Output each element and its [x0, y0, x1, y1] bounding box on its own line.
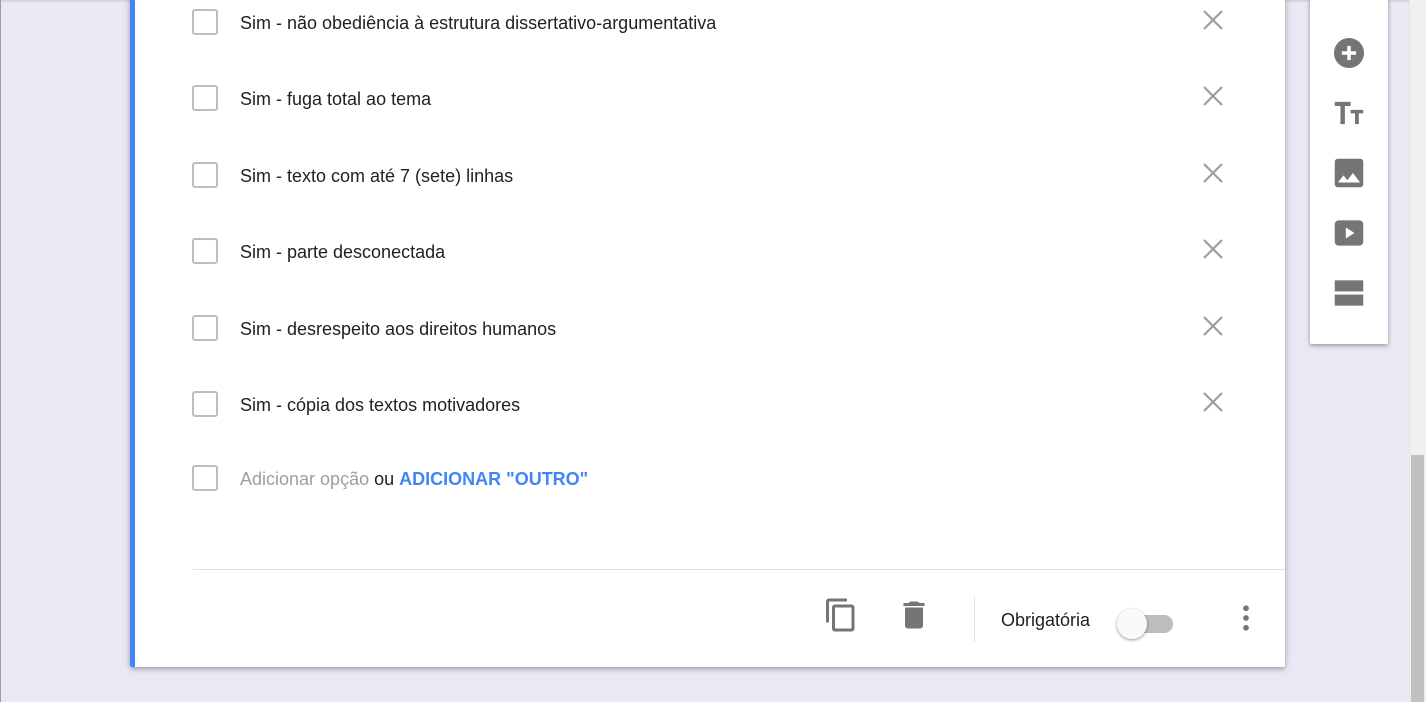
trash-icon	[903, 601, 925, 629]
add-option-line: Adicionar opção ou ADICIONAR "OUTRO"	[240, 469, 588, 490]
option-checkbox[interactable]	[192, 315, 218, 341]
required-toggle[interactable]	[1117, 608, 1175, 639]
add-option-input[interactable]: Adicionar opção	[240, 469, 369, 489]
close-icon	[1203, 10, 1223, 30]
option-checkbox[interactable]	[192, 85, 218, 111]
remove-option-button[interactable]	[1198, 81, 1228, 111]
add-option-row: Adicionar opção ou ADICIONAR "OUTRO"	[192, 461, 1232, 501]
option-label[interactable]: Sim - parte desconectada	[240, 242, 445, 263]
option-label[interactable]: Sim - fuga total ao tema	[240, 89, 431, 110]
footer-divider	[193, 569, 1285, 570]
copy-icon	[826, 598, 855, 632]
option-label[interactable]: Sim - não obediência à estrutura dissert…	[240, 13, 716, 34]
footer-vertical-divider	[974, 596, 975, 642]
or-text: ou	[374, 469, 395, 489]
remove-option-button[interactable]	[1198, 5, 1228, 35]
add-image-button[interactable]	[1330, 154, 1368, 192]
option-checkbox	[192, 465, 218, 491]
option-label[interactable]: Sim - desrespeito aos direitos humanos	[240, 319, 556, 340]
add-video-button[interactable]	[1330, 214, 1368, 252]
option-row-5: Sim - desrespeito aos direitos humanos	[192, 311, 1232, 351]
option-checkbox[interactable]	[192, 9, 218, 35]
close-icon	[1203, 86, 1223, 106]
active-card-accent	[130, 0, 135, 667]
close-icon	[1203, 392, 1223, 412]
option-row-6: Sim - cópia dos textos motivadores	[192, 387, 1232, 427]
video-icon	[1334, 220, 1364, 246]
title-text-icon	[1334, 101, 1364, 125]
image-icon	[1334, 158, 1364, 188]
add-section-button[interactable]	[1330, 274, 1368, 312]
option-label[interactable]: Sim - cópia dos textos motivadores	[240, 395, 520, 416]
add-circle-icon	[1333, 37, 1365, 69]
more-vert-icon	[1243, 605, 1249, 631]
delete-button[interactable]	[896, 597, 932, 633]
side-toolbar	[1310, 0, 1388, 344]
remove-option-button[interactable]	[1198, 234, 1228, 264]
option-row-3: Sim - texto com até 7 (sete) linhas	[192, 158, 1232, 198]
add-title-button[interactable]	[1330, 94, 1368, 132]
close-icon	[1203, 316, 1223, 336]
question-card: Sim - não obediência à estrutura dissert…	[130, 0, 1285, 667]
window-left-border	[0, 0, 1, 702]
scrollbar-thumb[interactable]	[1411, 455, 1424, 702]
option-checkbox[interactable]	[192, 391, 218, 417]
close-icon	[1203, 239, 1223, 259]
remove-option-button[interactable]	[1198, 387, 1228, 417]
toggle-knob	[1117, 609, 1147, 639]
option-row-2: Sim - fuga total ao tema	[192, 81, 1232, 121]
option-row-4: Sim - parte desconectada	[192, 234, 1232, 274]
option-label[interactable]: Sim - texto com até 7 (sete) linhas	[240, 166, 513, 187]
option-checkbox[interactable]	[192, 162, 218, 188]
required-label: Obrigatória	[1001, 610, 1091, 630]
option-checkbox[interactable]	[192, 238, 218, 264]
add-question-button[interactable]	[1330, 34, 1368, 72]
remove-option-button[interactable]	[1198, 311, 1228, 341]
option-row-1: Sim - não obediência à estrutura dissert…	[192, 5, 1232, 45]
more-options-button[interactable]	[1228, 600, 1264, 636]
close-icon	[1203, 163, 1223, 183]
duplicate-button[interactable]	[823, 597, 859, 633]
add-other-link[interactable]: ADICIONAR "OUTRO"	[399, 469, 588, 489]
remove-option-button[interactable]	[1198, 158, 1228, 188]
section-icon	[1334, 280, 1364, 306]
